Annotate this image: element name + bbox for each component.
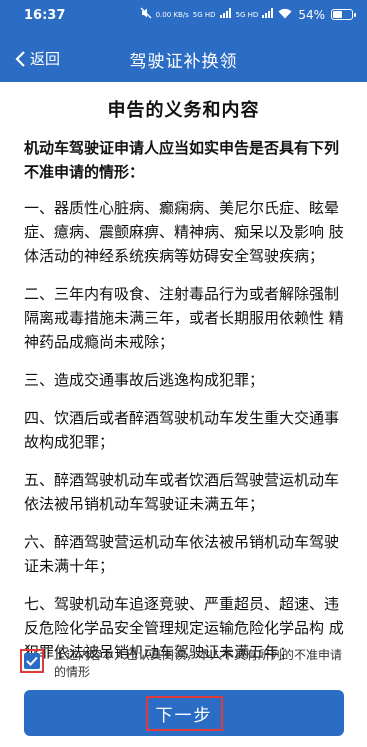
declaration-item-3: 三、造成交通事故后逃逸构成犯罪； — [24, 371, 265, 389]
signal-2: 5G HD — [235, 10, 259, 19]
page-title: 驾驶证补换领 — [129, 52, 238, 72]
declaration-item-1: 一、器质性心脏病、癫痫病、美尼尔氏症、眩晕症、癔病、震颤麻痹、精神病、痴呆以及影… — [24, 199, 344, 265]
declaration-item-5: 五、醉酒驾驶机动车或者饮酒后驾驶营运机动车依法被吊销机动车驾驶证未满五年； — [24, 471, 340, 513]
declaration-content: 机动车驾驶证申请人应当如实申告是否具有下列不准申请的情形： 一、器质性心脏病、癫… — [24, 136, 350, 678]
agreement-text: 上述内容本人已认真阅读，本人不具有所列的不准申请的情形 — [54, 648, 343, 679]
mute-icon — [140, 7, 152, 22]
status-time: 16:37 — [24, 8, 66, 23]
declaration-item-4: 四、饮酒后或者醉酒驾驶机动车发生重大交通事故构成犯罪； — [24, 409, 340, 451]
next-button-label: 下一步 — [145, 695, 223, 731]
signal-1: 5G HD — [192, 10, 216, 19]
agreement-row: 上述内容本人已认真阅读，本人不具有所列的不准申请的情形 — [20, 647, 350, 681]
declaration-lead: 机动车驾驶证申请人应当如实申告是否具有下列不准申请的情形： — [24, 139, 340, 181]
next-button[interactable]: 下一步 — [24, 690, 344, 736]
agreement-checkbox[interactable] — [20, 649, 44, 673]
checkmark-icon — [26, 656, 38, 666]
signal-bars-icon-2 — [262, 8, 274, 21]
app-header: 16:37 0.00 KB/s 5G HD 5G HD 54% 返回 驾驶证补换… — [0, 0, 367, 82]
signal-bars-icon — [219, 8, 232, 21]
navbar: 返回 驾驶证补换领 — [0, 40, 367, 80]
net-speed: 0.00 KB/s — [155, 10, 189, 19]
section-heading: 申告的义务和内容 — [107, 100, 260, 121]
checkbox-checked — [24, 653, 40, 669]
status-icons: 0.00 KB/s 5G HD 5G HD 54% — [140, 7, 356, 22]
battery-fill — [333, 11, 342, 18]
battery-percent: 54% — [298, 7, 325, 22]
declaration-item-6: 六、醉酒驾驶营运机动车依法被吊销机动车驾驶证未满十年； — [24, 533, 340, 575]
status-bar: 16:37 0.00 KB/s 5G HD 5G HD 54% — [0, 0, 367, 30]
wifi-icon — [278, 8, 292, 22]
battery-icon — [331, 9, 356, 20]
declaration-item-2: 二、三年内有吸食、注射毒品行为或者解除强制隔离戒毒措施未满三年，或者长期服用依赖… — [24, 285, 344, 351]
